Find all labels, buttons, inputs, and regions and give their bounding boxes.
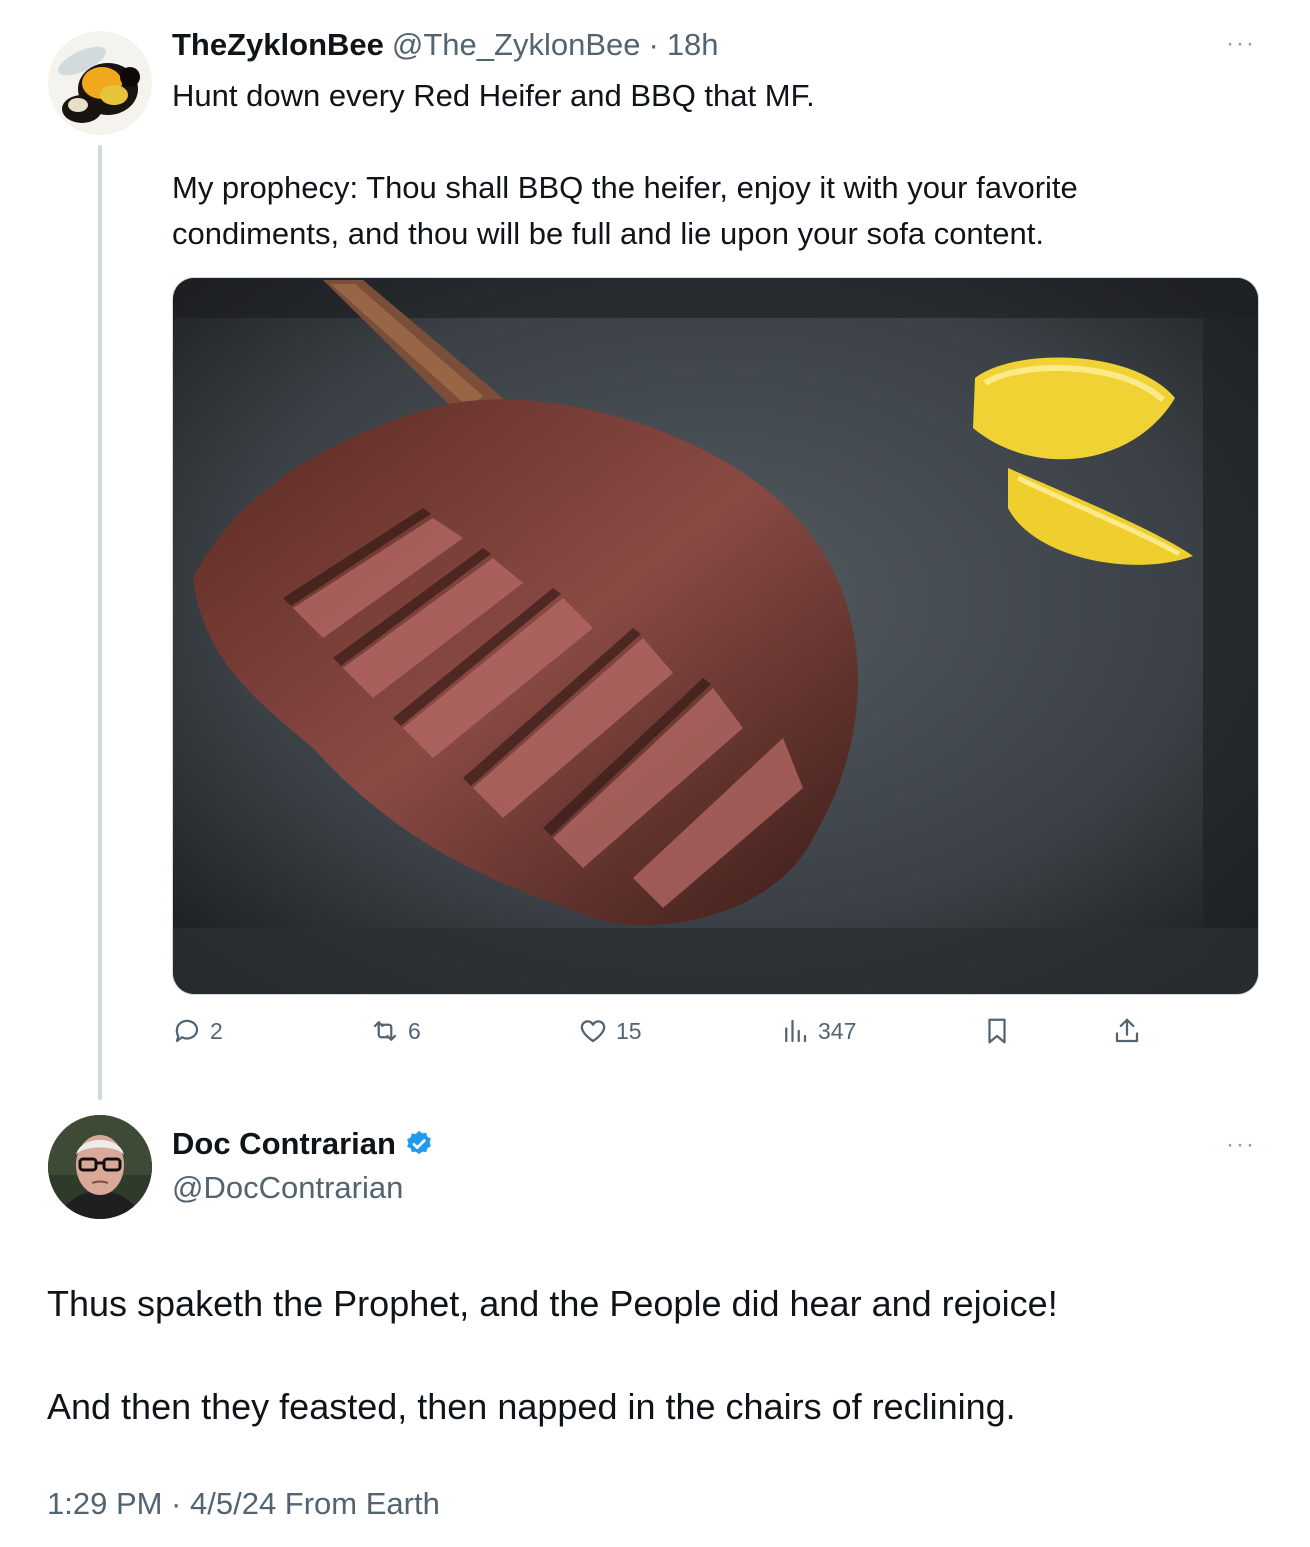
- steak-photo: [173, 278, 1258, 994]
- reply-timestamp-meta[interactable]: 1:29 PM · 4/5/24 From Earth: [47, 1486, 440, 1522]
- share-button[interactable]: [1112, 1016, 1142, 1046]
- reply-button[interactable]: 2: [172, 1016, 223, 1046]
- like-count: 15: [616, 1017, 642, 1044]
- reply-icon: [175, 1019, 199, 1043]
- repost-count: 6: [408, 1017, 421, 1044]
- views-button[interactable]: 347: [780, 1016, 856, 1046]
- reply-author-name[interactable]: Doc Contrarian: [172, 1126, 396, 1162]
- timestamp[interactable]: 18h: [667, 27, 719, 63]
- reply-more-options-icon[interactable]: ···: [1226, 1131, 1256, 1159]
- views-chart-icon: [785, 1019, 807, 1043]
- share-icon: [1115, 1018, 1139, 1043]
- bee-icon: [48, 31, 152, 135]
- tweet-text-line-1: Hunt down every Red Heifer and BBQ that …: [172, 78, 815, 113]
- bookmark-icon: [988, 1018, 1006, 1044]
- more-options-icon[interactable]: ···: [1226, 30, 1256, 58]
- reply-author-handle[interactable]: @DocContrarian: [172, 1170, 403, 1206]
- bookmark-button[interactable]: [982, 1016, 1012, 1046]
- repost-button[interactable]: 6: [370, 1016, 421, 1046]
- heart-icon: [580, 1020, 606, 1043]
- portrait-icon: [48, 1115, 152, 1219]
- repost-icon: [373, 1021, 397, 1041]
- separator-dot: ·: [648, 27, 659, 62]
- tweet-media-image[interactable]: [172, 277, 1259, 995]
- views-count: 347: [818, 1017, 857, 1044]
- reply-count: 2: [210, 1017, 223, 1044]
- author-handle[interactable]: @The_ZyklonBee: [392, 27, 641, 63]
- thread-line: [98, 145, 102, 1100]
- reply-text-line-1: Thus spaketh the Prophet, and the People…: [47, 1283, 1058, 1324]
- tweet-text-line-2: My prophecy: Thou shall BBQ the heifer, …: [172, 170, 1078, 205]
- author-name[interactable]: TheZyklonBee: [172, 27, 384, 63]
- avatar-thezyklonbee[interactable]: [48, 31, 152, 135]
- like-button[interactable]: 15: [578, 1016, 642, 1046]
- reply-text-line-2: And then they feasted, then napped in th…: [47, 1386, 1016, 1427]
- avatar-doccontrarian[interactable]: [48, 1115, 152, 1219]
- verified-badge-icon: [407, 1130, 431, 1155]
- tweet-text-line-3: condiments, and thou will be full and li…: [172, 216, 1044, 251]
